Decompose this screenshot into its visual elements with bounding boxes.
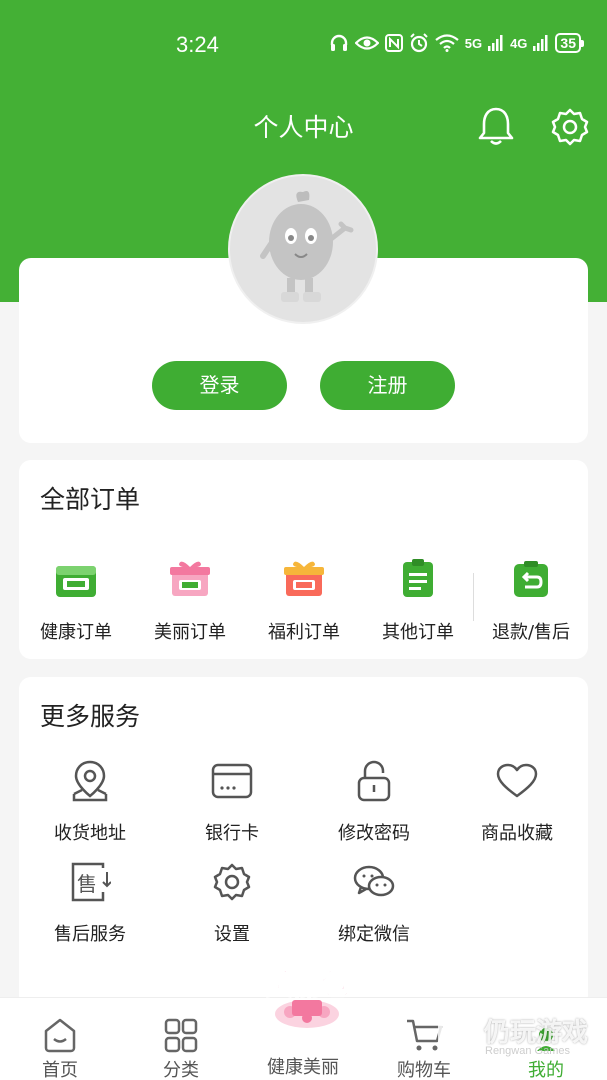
headphones-icon: [330, 34, 347, 51]
order-welfare-label: 福利订单: [268, 622, 340, 643]
order-beauty-label: 美丽订单: [154, 622, 226, 643]
battery-indicator: 35: [555, 33, 584, 53]
register-button[interactable]: 注册: [320, 361, 455, 410]
gear-icon: [213, 863, 251, 901]
mascot-avatar-icon: [260, 191, 354, 302]
health-order-icon: [56, 566, 96, 597]
wechat-icon: [353, 865, 395, 897]
orders-card: 全部订单 健康订单 美丽订单 福利订单 其他订单 退款/售后: [19, 460, 588, 659]
service-favorites[interactable]: 商品收藏: [447, 759, 587, 845]
service-change-password[interactable]: 修改密码: [304, 759, 444, 845]
order-refund-label: 退款/售后: [491, 622, 571, 643]
order-other[interactable]: 其他订单: [361, 556, 475, 644]
card-icon: [211, 763, 253, 799]
tab-category-label: 分类: [163, 1060, 199, 1080]
status-icons: 5G 4G 35: [329, 33, 584, 53]
welfare-order-icon: [284, 561, 324, 596]
alarm-icon: [410, 33, 428, 53]
signal-icon: [488, 35, 503, 51]
tab-home[interactable]: 首页: [0, 998, 120, 1080]
service-address-label: 收货地址: [54, 823, 126, 844]
status-bar: 3:24 5G 4G 35: [0, 0, 607, 90]
service-bind-wechat[interactable]: 绑定微信: [304, 860, 444, 946]
service-bank-card[interactable]: 银行卡: [162, 759, 302, 845]
status-time: 3:24: [176, 32, 219, 57]
service-address[interactable]: 收货地址: [20, 759, 160, 845]
refund-icon: [514, 561, 548, 597]
login-button[interactable]: 登录: [152, 361, 287, 410]
service-after-sale-label: 售后服务: [54, 924, 126, 945]
service-bank-card-label: 银行卡: [205, 823, 259, 844]
avatar[interactable]: [228, 174, 378, 324]
eye-icon: [354, 36, 379, 50]
after-sale-icon: 售: [71, 862, 111, 902]
order-beauty[interactable]: 美丽订单: [133, 556, 247, 644]
service-bind-wechat-label: 绑定微信: [338, 924, 410, 945]
order-health[interactable]: 健康订单: [19, 556, 133, 644]
signal-icon-2: [533, 35, 548, 51]
network-5g-label: 5G: [464, 35, 483, 51]
watermark-logo-icon: [438, 1017, 474, 1061]
lock-icon: [357, 760, 391, 802]
wifi-icon: [435, 34, 459, 52]
location-icon: [72, 760, 108, 802]
promo-text: 美丽包: [265, 968, 349, 1001]
promo-icon[interactable]: 美丽包: [262, 962, 352, 1032]
services-title: 更多服务: [40, 702, 141, 731]
orders-title[interactable]: 全部订单: [40, 480, 140, 516]
watermark-text: 仍玩游戏: [484, 1018, 589, 1048]
tab-profile-label: 我的: [528, 1060, 564, 1080]
order-welfare[interactable]: 福利订单: [247, 556, 361, 644]
service-favorites-label: 商品收藏: [481, 823, 553, 844]
tab-category[interactable]: 分类: [121, 998, 241, 1080]
bell-icon[interactable]: [476, 105, 516, 147]
nfc-icon: [384, 34, 403, 52]
watermark-subtext: Rengwan Games: [485, 1045, 570, 1057]
home-icon: [44, 1018, 76, 1053]
beauty-order-icon: [170, 561, 210, 596]
service-after-sale[interactable]: 售 售后服务: [20, 860, 160, 946]
service-change-password-label: 修改密码: [338, 823, 410, 844]
service-settings[interactable]: 设置: [162, 860, 302, 946]
services-card: 更多服务 收货地址 银行卡 修改密码 商品收藏 售 售后服务 设置 绑定微信: [19, 677, 588, 1007]
network-4g-label: 4G: [510, 35, 528, 51]
tab-health-beauty-label: 健康美丽: [267, 1057, 339, 1078]
tab-home-label: 首页: [42, 1060, 78, 1080]
heart-icon: [496, 763, 538, 798]
clipboard-icon: [403, 559, 433, 597]
order-other-label: 其他订单: [382, 622, 454, 643]
service-settings-label: 设置: [214, 924, 250, 945]
svg-text:售: 售: [77, 872, 97, 896]
gear-icon[interactable]: [551, 108, 589, 146]
order-refund[interactable]: 退款/售后: [474, 556, 588, 644]
order-health-label: 健康订单: [40, 622, 112, 643]
category-icon: [164, 1018, 198, 1053]
